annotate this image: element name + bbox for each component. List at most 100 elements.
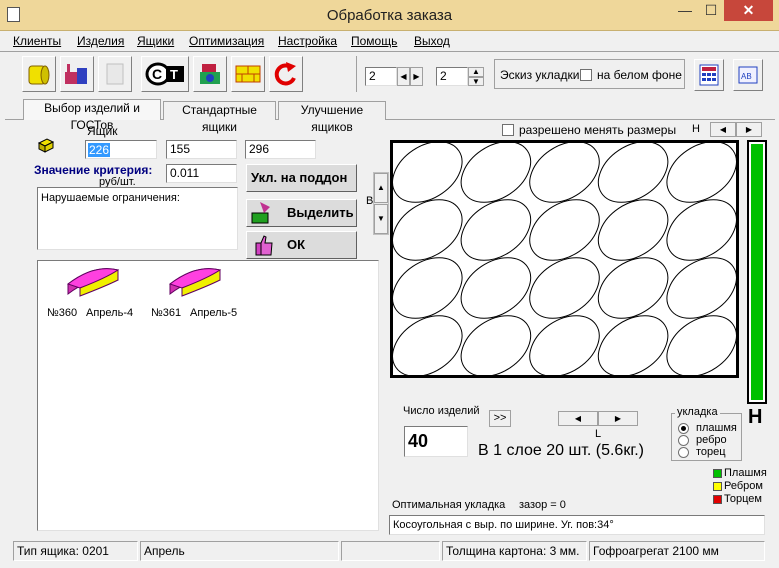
criterion-label: Значение критерия: bbox=[34, 163, 153, 177]
layout-item bbox=[529, 315, 600, 377]
toolbar-divider bbox=[356, 56, 357, 92]
tab-products-gost[interactable]: Выбор изделий и ГОСТов bbox=[23, 99, 161, 132]
stack-edge-label: ребро bbox=[696, 434, 727, 446]
stack-end-radio[interactable] bbox=[678, 447, 689, 458]
spin1-value[interactable]: 2 bbox=[365, 67, 397, 86]
select-icon bbox=[251, 202, 270, 224]
menu-clients[interactable]: Клиенты bbox=[13, 34, 61, 48]
menu-help[interactable]: Помощь bbox=[351, 34, 397, 48]
menu-optimization[interactable]: Оптимизация bbox=[189, 34, 264, 48]
white-bg-label: на белом фоне bbox=[597, 68, 682, 82]
l-left-button[interactable]: ◀ bbox=[558, 411, 598, 426]
menu-divider bbox=[0, 51, 779, 52]
tab-improve-boxes[interactable]: Улучшение ящиков bbox=[278, 101, 386, 134]
menu-settings[interactable]: Настройка bbox=[278, 34, 337, 48]
box-label: Ящик bbox=[87, 124, 118, 138]
l-label: L bbox=[595, 428, 602, 440]
status-product: Апрель bbox=[140, 541, 339, 561]
white-bg-checkbox[interactable] bbox=[580, 69, 592, 81]
spin2-down-button[interactable]: ▼ bbox=[468, 77, 484, 86]
product-item-361[interactable]: №361 Апрель-5 bbox=[151, 262, 241, 324]
count-label: Число изделий bbox=[403, 405, 480, 417]
legend-end-swatch bbox=[713, 495, 722, 504]
legend-edge-swatch bbox=[713, 482, 722, 491]
thumbs-up-icon bbox=[255, 235, 273, 256]
menu-boxes[interactable]: Ящики bbox=[137, 34, 174, 48]
spin2-up-button[interactable]: ▲ bbox=[468, 67, 484, 77]
count-value-field[interactable]: 40 bbox=[404, 426, 468, 457]
height-bar bbox=[747, 140, 767, 404]
box-dim2-input[interactable]: 155 bbox=[166, 140, 237, 159]
document-icon bbox=[106, 63, 124, 85]
layout-ellipses bbox=[392, 141, 737, 377]
height-bar-fill bbox=[751, 144, 763, 400]
box-dim1-input[interactable]: 226 bbox=[85, 140, 157, 159]
resize-checkbox[interactable] bbox=[502, 124, 514, 136]
toolbar-gost-button[interactable]: CT bbox=[141, 56, 189, 92]
svg-text:AB: AB bbox=[741, 72, 752, 81]
product-360-icon bbox=[66, 268, 120, 297]
toolbar-clients-button[interactable] bbox=[22, 56, 56, 92]
product-item-360[interactable]: №360 Апрель-4 bbox=[47, 262, 137, 324]
menu-products[interactable]: Изделия bbox=[77, 34, 124, 48]
arrows-button[interactable]: >> bbox=[489, 410, 511, 427]
toolbar-calculator-button[interactable] bbox=[694, 59, 724, 91]
legend-end-label: Торцем bbox=[724, 493, 762, 505]
legend-flat-label: Плашмя bbox=[724, 467, 767, 479]
criterion-value-field[interactable]: 0.011 bbox=[166, 164, 237, 183]
height-h-label: H bbox=[748, 406, 763, 428]
menu-exit[interactable]: Выход bbox=[414, 34, 450, 48]
h-right-button[interactable]: ▶ bbox=[736, 122, 762, 137]
l-right-button[interactable]: ▶ bbox=[598, 411, 638, 426]
product-360-name: Апрель-4 bbox=[86, 307, 134, 319]
spin1-left-button[interactable]: ◀ bbox=[397, 67, 410, 86]
layout-description-field[interactable]: Косоугольная с выр. по ширине. Уг. пов:3… bbox=[389, 515, 765, 535]
stack-edge-radio[interactable] bbox=[678, 435, 689, 446]
tab-standard-boxes[interactable]: Стандартные ящики bbox=[163, 101, 276, 134]
b-scroll-down-button[interactable]: ▼ bbox=[374, 204, 388, 234]
resize-label: разрешено менять размеры bbox=[519, 123, 677, 137]
spin2-value[interactable]: 2 bbox=[436, 67, 468, 86]
ok-button[interactable]: ОК bbox=[246, 231, 357, 259]
b-scrollbar[interactable]: ▲ ▼ bbox=[373, 172, 389, 235]
layout-item bbox=[460, 199, 532, 261]
close-button[interactable]: ✕ bbox=[724, 0, 773, 21]
violations-box[interactable]: Нарушаемые ограничения: bbox=[37, 187, 238, 250]
stack-flat-radio[interactable] bbox=[678, 423, 689, 434]
per-layer-text: В 1 слое 20 шт. (5.6кг.) bbox=[478, 442, 644, 459]
pallet-button[interactable]: Укл. на поддон bbox=[246, 164, 357, 192]
toolbar-refresh-button[interactable] bbox=[269, 56, 303, 92]
status-empty bbox=[341, 541, 440, 561]
layout-item bbox=[460, 141, 532, 203]
box-dim3-input[interactable]: 296 bbox=[245, 140, 316, 159]
stack-end-label: торец bbox=[696, 446, 726, 458]
h-label: H bbox=[692, 123, 700, 135]
status-corrugator: Гофроагрегат 2100 мм bbox=[589, 541, 765, 561]
toolbar-bricks-button[interactable] bbox=[231, 56, 265, 92]
layout-item bbox=[529, 199, 600, 261]
status-cardboard: Толщина картона: 3 мм. bbox=[442, 541, 587, 561]
h-left-button[interactable]: ◀ bbox=[710, 122, 736, 137]
layout-item bbox=[597, 141, 669, 203]
b-label: B bbox=[366, 195, 374, 207]
sketch-label: Эскиз укладки bbox=[500, 68, 580, 82]
select-button[interactable]: Выделить bbox=[246, 199, 357, 227]
toolbar-abc-button[interactable]: AB bbox=[733, 59, 763, 91]
layout-item bbox=[597, 315, 669, 377]
minimize-button[interactable]: — bbox=[672, 0, 698, 21]
toolbar-machine-button[interactable] bbox=[193, 56, 227, 92]
stack-label: укладка bbox=[675, 406, 720, 418]
maximize-button[interactable]: ☐ bbox=[698, 0, 724, 21]
layout-item bbox=[460, 257, 532, 319]
spin1-right-button[interactable]: ▶ bbox=[410, 67, 423, 86]
toolbar-disabled-button[interactable] bbox=[98, 56, 132, 92]
layout-canvas[interactable] bbox=[390, 140, 739, 378]
product-361-icon bbox=[168, 268, 222, 297]
layout-item bbox=[597, 199, 669, 261]
toolbar-factory-button[interactable] bbox=[60, 56, 94, 92]
gost-icon: CT bbox=[145, 62, 184, 86]
svg-text:C: C bbox=[152, 66, 162, 82]
b-scroll-up-button[interactable]: ▲ bbox=[374, 173, 388, 203]
bricks-icon bbox=[235, 65, 261, 83]
calculator-icon bbox=[699, 64, 719, 86]
